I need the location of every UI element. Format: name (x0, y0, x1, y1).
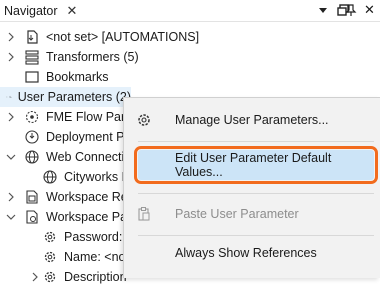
menu-item-edit-default-values[interactable]: Edit User Parameter Default Values... (134, 146, 378, 184)
menu-separator (138, 141, 374, 142)
close-icon[interactable]: ✕ (67, 3, 78, 19)
flow-parameters-icon (25, 110, 39, 124)
gear-icon (138, 114, 150, 126)
close-panel-icon[interactable]: ✕ (364, 2, 375, 18)
navigator-tab[interactable]: Navigator ✕ (4, 0, 77, 22)
chevron-right-icon[interactable] (6, 92, 8, 102)
chevron-right-icon[interactable] (6, 112, 16, 122)
dropdown-triangle-icon[interactable] (316, 3, 330, 17)
menu-separator (138, 235, 374, 236)
panel-title: Navigator (4, 4, 58, 18)
workspace-file-icon (27, 30, 38, 44)
menu-item-label: Manage User Parameters... (175, 113, 329, 127)
tree-item-label: Cityworks D (64, 170, 131, 184)
workspace-resources-icon (26, 190, 38, 204)
tree-item-workspace[interactable]: <not set> [AUTOMATIONS] (6, 27, 199, 47)
bookmark-icon (25, 71, 39, 83)
user-parameters-icon (9, 95, 12, 98)
chevron-right-icon[interactable] (6, 192, 16, 202)
gear-icon (44, 271, 56, 283)
workspace-parameters-icon (26, 210, 38, 224)
tree-item-user-parameters[interactable]: User Parameters (2) (0, 87, 131, 107)
tree-item-label: User Parameters (2) (17, 90, 132, 104)
deployment-parameters-icon (25, 130, 39, 144)
menu-separator (138, 193, 374, 194)
tree-item-cityworks[interactable]: Cityworks D (42, 167, 131, 187)
navigator-titlebar: Navigator ✕ ✕ (0, 0, 380, 22)
tree-item-label: <not set> [AUTOMATIONS] (46, 30, 200, 44)
tree-item-bookmarks[interactable]: Bookmarks (6, 67, 109, 87)
chevron-down-icon[interactable] (6, 152, 16, 162)
chevron-right-icon[interactable] (30, 272, 40, 282)
tree-item-label: Description (64, 270, 127, 284)
menu-item-label: Always Show References (175, 246, 317, 260)
menu-item-label: Edit User Parameter Default Values... (175, 151, 332, 179)
chevron-down-icon[interactable] (6, 212, 16, 222)
globe-icon (25, 150, 39, 164)
chevron-right-icon[interactable] (6, 52, 16, 62)
tree-item-label: Bookmarks (46, 70, 109, 84)
menu-item-manage-user-parameters[interactable]: Manage User Parameters... (124, 105, 380, 135)
tree-item-description[interactable]: Description (30, 267, 127, 287)
tree-item-transformers[interactable]: Transformers (5) (6, 47, 139, 67)
menu-item-paste-user-parameter[interactable]: Paste User Parameter (124, 199, 380, 229)
gear-icon (44, 251, 56, 263)
tree-item-label: Transformers (5) (46, 50, 139, 64)
menu-item-label: Paste User Parameter (175, 207, 299, 221)
transformers-stack-icon (25, 50, 39, 65)
globe-icon (43, 170, 57, 184)
context-menu: Manage User Parameters... Edit User Para… (123, 97, 380, 278)
chevron-right-icon[interactable] (6, 32, 16, 42)
gear-icon (44, 231, 56, 243)
pin-icon[interactable] (344, 3, 358, 17)
menu-item-always-show-references[interactable]: Always Show References (124, 238, 380, 268)
paste-icon (138, 207, 150, 221)
